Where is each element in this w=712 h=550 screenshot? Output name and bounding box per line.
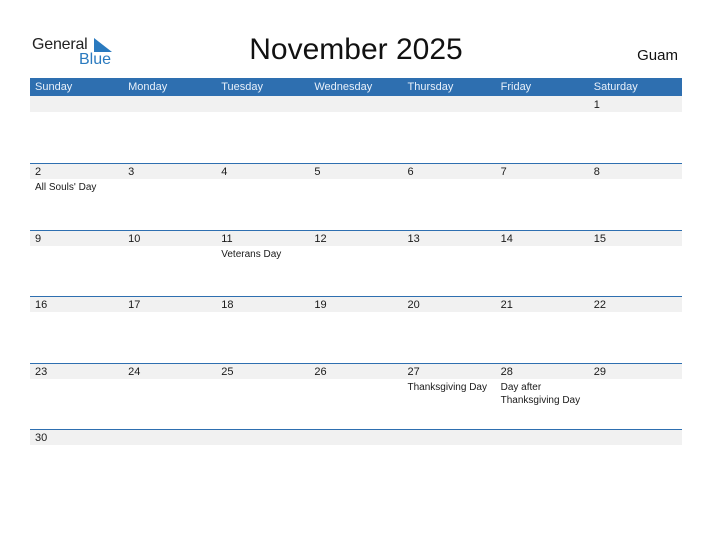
day-number: 27 xyxy=(407,365,420,378)
day-number: 2 xyxy=(35,166,42,178)
day-cell: 1 xyxy=(589,96,682,163)
weekday-header: Sunday Monday Tuesday Wednesday Thursday… xyxy=(30,78,682,96)
day-number: 21 xyxy=(500,299,513,312)
day-cell xyxy=(496,96,589,163)
day-cell: 30 xyxy=(30,429,123,496)
day-cell: 25 xyxy=(216,363,309,430)
day-cell: 6 xyxy=(403,163,496,230)
holiday-label: Veterans Day xyxy=(221,248,282,260)
day-cell: 20 xyxy=(403,296,496,363)
day-number: 4 xyxy=(221,166,228,178)
week-row: 16 17 18 19 20 21 22 xyxy=(30,296,682,363)
day-number: 16 xyxy=(35,299,48,312)
day-cell: 28 Day after Thanksgiving Day xyxy=(496,363,589,430)
week-row: 2 All Souls' Day 3 4 5 6 7 8 xyxy=(30,163,682,230)
day-cell: 19 xyxy=(309,296,402,363)
holiday-label: Thanksgiving Day xyxy=(407,381,487,393)
day-cell: 9 xyxy=(30,230,123,297)
day-number: 5 xyxy=(314,166,321,178)
day-number: 3 xyxy=(128,166,135,178)
day-number: 30 xyxy=(35,432,48,445)
day-cell: 27 Thanksgiving Day xyxy=(403,363,496,430)
weekday-sunday: Sunday xyxy=(35,81,73,93)
day-cell: 23 xyxy=(30,363,123,430)
day-number: 24 xyxy=(128,365,141,378)
day-number: 26 xyxy=(314,365,327,378)
day-cell: 15 xyxy=(589,230,682,297)
holiday-label: All Souls' Day xyxy=(35,182,97,193)
day-number: 20 xyxy=(407,299,420,312)
weeks-container: 1 2 All Souls' Day 3 4 5 6 7 8 9 10 11 Veterans Day 1… xyxy=(30,96,682,496)
weekday-thursday: Thursday xyxy=(407,81,454,93)
day-cell xyxy=(123,96,216,163)
day-cell: 22 xyxy=(589,296,682,363)
day-cell xyxy=(30,96,123,163)
day-number: 14 xyxy=(500,232,513,245)
week-row: 23 24 25 26 27 Thanksgiving Day 28 Day after Th… xyxy=(30,362,682,430)
day-number: 18 xyxy=(221,299,234,312)
day-cell: 14 xyxy=(496,230,589,297)
day-cell: 3 xyxy=(123,163,216,230)
day-cell xyxy=(309,429,402,496)
day-number: 8 xyxy=(593,166,600,178)
day-cell: 24 xyxy=(123,363,216,430)
day-number: 23 xyxy=(35,365,48,378)
day-number: 17 xyxy=(128,299,141,312)
day-number: 19 xyxy=(314,299,327,312)
day-number: 13 xyxy=(407,232,420,245)
day-number: 7 xyxy=(500,166,507,178)
day-cell xyxy=(123,429,216,496)
day-number: 29 xyxy=(593,365,606,378)
weekday-saturday: Saturday xyxy=(593,81,638,93)
day-number: 11 xyxy=(221,232,233,245)
day-cell xyxy=(496,429,589,496)
day-cell: 17 xyxy=(123,296,216,363)
day-cell: 11 Veterans Day xyxy=(216,230,309,297)
day-cell xyxy=(216,429,309,496)
country-label: Guam xyxy=(637,47,678,64)
day-cell: 8 xyxy=(589,163,682,230)
day-cell: 29 xyxy=(589,363,682,430)
day-cell xyxy=(403,429,496,496)
day-number: 1 xyxy=(593,99,600,111)
weekday-wednesday: Wednesday xyxy=(314,81,373,93)
day-number: 6 xyxy=(407,166,414,178)
day-cell: 26 xyxy=(309,363,402,430)
day-cell xyxy=(403,96,496,163)
week-row: 30 xyxy=(30,429,682,496)
day-number: 22 xyxy=(593,299,606,312)
day-cell xyxy=(589,429,682,496)
day-number: 28 xyxy=(500,365,513,378)
day-number: 9 xyxy=(35,232,42,245)
weekday-friday: Friday xyxy=(500,81,532,93)
day-cell: 2 All Souls' Day xyxy=(30,163,123,230)
day-cell xyxy=(216,96,309,163)
week-row: 1 xyxy=(30,96,682,163)
day-number: 10 xyxy=(128,232,141,245)
day-number: 25 xyxy=(221,365,234,378)
day-cell: 4 xyxy=(216,163,309,230)
day-cell xyxy=(309,96,402,163)
day-cell: 5 xyxy=(309,163,402,230)
holiday-label: Day after Thanksgiving Day xyxy=(500,381,581,406)
day-cell: 10 xyxy=(123,230,216,297)
calendar-grid: Sunday Monday Tuesday Wednesday Thursday… xyxy=(30,78,682,496)
weekday-tuesday: Tuesday xyxy=(221,81,264,93)
day-cell: 18 xyxy=(216,296,309,363)
day-cell: 12 xyxy=(309,230,402,297)
day-number: 12 xyxy=(314,232,327,245)
day-number: 15 xyxy=(593,232,606,245)
day-cell: 13 xyxy=(403,230,496,297)
day-cell: 7 xyxy=(496,163,589,230)
week-row: 9 10 11 Veterans Day 12 13 14 15 xyxy=(30,229,682,297)
weekday-monday: Monday xyxy=(128,81,168,93)
day-cell: 16 xyxy=(30,296,123,363)
day-cell: 21 xyxy=(496,296,589,363)
calendar-title: November 2025 xyxy=(249,33,463,66)
